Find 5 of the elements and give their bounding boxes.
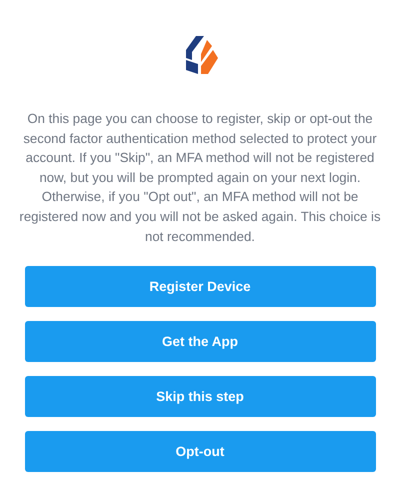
info-text: On this page you can choose to register, skip or opt-out the second factor authentication method selected to protect your account. If you "Skip", an MFA method will not be registered now, but you will be prompted again on your next login. Otherwise, if you "Opt out", an MFA method will not be registered now and you will not be asked again. This choice is not recommended. (18, 110, 382, 246)
action-button[interactable]: Opt-out (24, 431, 376, 472)
action-button[interactable]: Register Device (24, 266, 376, 308)
action-button[interactable]: Skip this step (24, 376, 376, 418)
action-button[interactable]: Get the App (24, 321, 376, 362)
